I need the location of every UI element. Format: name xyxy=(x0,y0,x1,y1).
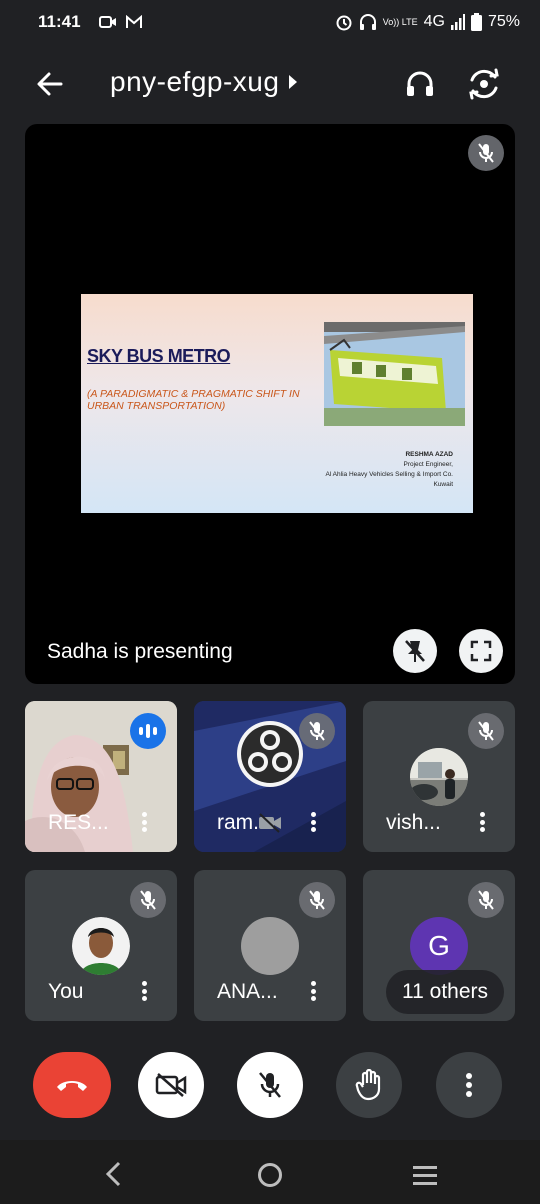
muted-badge xyxy=(299,713,335,749)
meeting-header: pny-efgp-xug xyxy=(0,44,540,122)
more-vert-icon xyxy=(466,1073,472,1097)
more-options-icon[interactable] xyxy=(137,978,151,1004)
more-options-icon[interactable] xyxy=(306,978,320,1004)
end-call-icon xyxy=(57,1081,87,1091)
muted-badge xyxy=(468,713,504,749)
slide-subtitle: (A PARADIGMATIC & PRAGMATIC SHIFT IN URB… xyxy=(87,388,300,412)
fullscreen-icon xyxy=(470,640,492,662)
mic-off-icon xyxy=(478,721,494,741)
mic-off-icon xyxy=(309,721,325,741)
nav-home-icon[interactable] xyxy=(258,1163,282,1187)
system-nav-bar xyxy=(0,1140,540,1204)
participant-tile[interactable]: ANA... xyxy=(194,870,346,1021)
back-arrow-icon[interactable] xyxy=(32,66,68,102)
shared-slide: SKY BUS METRO (A PARADIGMATIC & PRAGMATI… xyxy=(81,294,473,513)
slide-author-company: Al Ahlia Heavy Vehicles Selling & Import… xyxy=(325,471,453,478)
camera-toggle-button[interactable] xyxy=(138,1052,204,1118)
participant-tile[interactable]: vish... xyxy=(363,701,515,852)
mic-off-icon xyxy=(478,143,494,163)
notification-icons xyxy=(98,15,143,29)
battery-percent: 75% xyxy=(487,13,520,30)
muted-badge xyxy=(299,882,335,918)
slide-author: RESHMA AZAD Project Engineer, Al Ahlia H… xyxy=(325,450,453,490)
raise-hand-icon xyxy=(355,1069,381,1101)
others-count-badge[interactable]: 11 others xyxy=(386,970,504,1014)
avatar xyxy=(410,748,468,806)
presentation-stage[interactable]: SKY BUS METRO (A PARADIGMATIC & PRAGMATI… xyxy=(25,124,515,684)
muted-badge xyxy=(130,882,166,918)
call-controls xyxy=(0,1052,540,1124)
participant-name: You xyxy=(48,980,84,1003)
meeting-code-button[interactable]: pny-efgp-xug xyxy=(110,66,298,98)
more-options-icon[interactable] xyxy=(475,809,489,835)
avatar-initial: G xyxy=(410,917,468,975)
more-options-icon[interactable] xyxy=(137,809,151,835)
participant-name: ANA... xyxy=(217,980,278,1003)
slide-title: SKY BUS METRO xyxy=(87,346,231,366)
meeting-code: pny-efgp-xug xyxy=(110,66,280,97)
self-tile[interactable]: You xyxy=(25,870,177,1021)
slide-author-role: Project Engineer, xyxy=(403,461,453,468)
battery-icon xyxy=(470,13,482,31)
participant-tile[interactable]: RES... xyxy=(25,701,177,852)
monorail-image xyxy=(324,322,465,426)
network-label: 4G xyxy=(423,13,445,30)
camera-off-icon xyxy=(155,1073,187,1097)
camera-off-icon xyxy=(259,813,281,833)
mic-off-icon xyxy=(140,890,156,910)
alarm-icon xyxy=(336,15,352,31)
caret-right-icon xyxy=(289,75,298,89)
nav-back-icon[interactable] xyxy=(104,1160,124,1188)
status-bar: 11:41 Vo)) LTE 4G 75% xyxy=(0,0,540,44)
headset-status-icon xyxy=(359,14,376,30)
slide-author-country: Kuwait xyxy=(433,481,453,488)
video-notification-icon xyxy=(98,16,116,28)
status-time: 11:41 xyxy=(38,12,81,31)
unpin-button[interactable] xyxy=(393,629,437,673)
end-call-button[interactable] xyxy=(33,1052,111,1118)
nav-recents-icon[interactable] xyxy=(413,1166,437,1190)
presenting-label: Sadha is presenting xyxy=(47,640,233,663)
slide-author-name: RESHMA AZAD xyxy=(405,451,453,458)
avatar xyxy=(72,917,130,975)
participant-tile[interactable]: ram... xyxy=(194,701,346,852)
mic-toggle-button[interactable] xyxy=(237,1052,303,1118)
avatar xyxy=(241,917,299,975)
participant-name: RES... xyxy=(48,811,109,834)
unpin-icon xyxy=(405,640,425,662)
mic-off-icon xyxy=(309,890,325,910)
more-options-icon[interactable] xyxy=(306,809,320,835)
volte-label: Vo)) LTE xyxy=(382,16,418,27)
switch-camera-icon[interactable] xyxy=(466,66,502,102)
raise-hand-button[interactable] xyxy=(336,1052,402,1118)
presenter-muted-badge xyxy=(468,135,504,171)
muted-badge xyxy=(468,882,504,918)
speaking-indicator-icon xyxy=(130,713,166,749)
gmail-notification-icon xyxy=(125,15,142,28)
mic-off-icon xyxy=(259,1072,281,1098)
signal-icon xyxy=(450,14,465,30)
fullscreen-button[interactable] xyxy=(459,629,503,673)
mic-off-icon xyxy=(478,890,494,910)
participant-name: vish... xyxy=(386,811,441,834)
headphones-icon[interactable] xyxy=(402,66,438,102)
more-options-button[interactable] xyxy=(436,1052,502,1118)
